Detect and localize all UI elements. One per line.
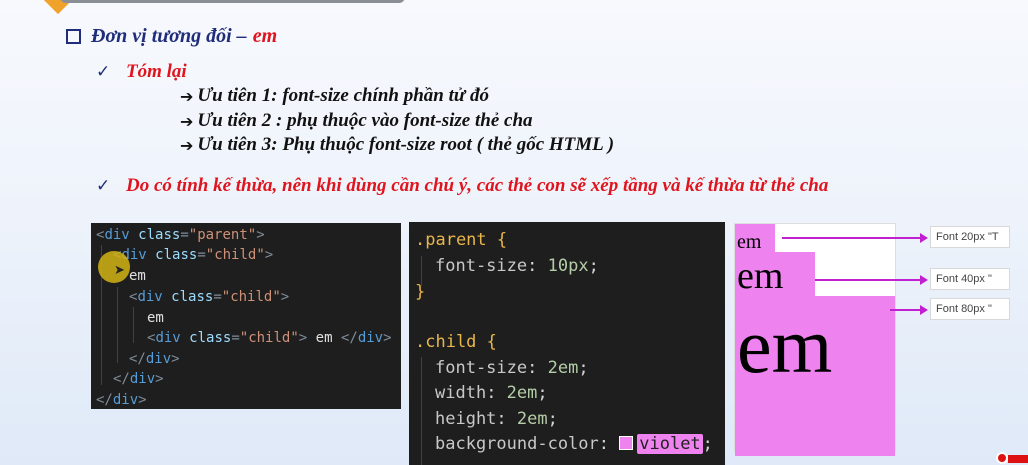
- mouse-pointer-icon: ➤: [114, 263, 125, 278]
- annotation-arrow-3: [890, 309, 923, 311]
- font-label-80px: Font 80px ": [930, 298, 1010, 320]
- priority-text: Ưu tiên 2 : phụ thuộc vào font-size thẻ …: [197, 110, 533, 131]
- summary-title: Tóm lại: [126, 61, 187, 82]
- css-close-brace-line: }: [415, 282, 426, 302]
- recording-indicator: [1008, 455, 1028, 463]
- code-line-4: <div class="child">: [129, 289, 290, 305]
- heading-text: Đơn vị tương đối –: [91, 24, 247, 47]
- check-icon: ✓: [96, 62, 111, 82]
- heading-highlight: em: [252, 24, 278, 47]
- css-child-selector-line: .child {: [415, 332, 497, 352]
- right-arrow-icon: ➔: [180, 111, 194, 131]
- code-line-6: <div class="child"> em </div>: [147, 330, 392, 346]
- priority-item-1: ➔ Ưu tiên 1: font-size chính phần tử đó: [180, 84, 489, 108]
- right-arrow-icon: ➔: [180, 86, 194, 106]
- annotation-arrow-2: [815, 279, 923, 281]
- square-bullet-icon: [66, 28, 81, 44]
- priority-item-3: ➔ Ưu tiên 3: Phụ thuộc font-size root ( …: [180, 133, 614, 157]
- arrow-head-icon: [920, 275, 928, 285]
- css-parent-selector-line: .parent {: [415, 230, 508, 250]
- code-line-9: </div>: [96, 392, 147, 408]
- note-text: Do có tính kế thừa, nên khi dùng cần chú…: [126, 175, 829, 196]
- render-preview: em em em: [734, 223, 896, 456]
- right-arrow-icon: ➔: [180, 135, 194, 155]
- code-line-7: </div>: [129, 351, 180, 367]
- code-line-5: em: [147, 310, 164, 326]
- preview-em-small: em: [737, 231, 762, 253]
- code-line-1: <div class="parent">: [96, 227, 265, 243]
- font-label-40px: Font 40px ": [930, 268, 1010, 290]
- css-rule-line: font-size: 2em;: [435, 358, 589, 378]
- css-code-panel: .parent { font-size: 10px; } .child { fo…: [409, 222, 725, 465]
- css-rule-line: height: 2em;: [435, 409, 558, 429]
- priority-item-2: ➔ Ưu tiên 2 : phụ thuộc vào font-size th…: [180, 109, 533, 133]
- preview-em-large: em: [737, 302, 833, 389]
- check-icon: ✓: [96, 176, 111, 196]
- record-icon: [996, 452, 1008, 464]
- html-code-panel: <div class="parent"> <div class="child">…: [91, 223, 401, 409]
- priority-text: Ưu tiên 3: Phụ thuộc font-size root ( th…: [197, 134, 615, 155]
- css-rule-line: font-size: 10px;: [435, 256, 599, 276]
- code-line-2: <div class="child">: [113, 247, 274, 263]
- slide-heading: Đơn vị tương đối – em: [66, 22, 277, 50]
- code-line-3: em: [129, 268, 146, 284]
- css-rule-line: width: 2em;: [435, 383, 548, 403]
- arrow-head-icon: [920, 233, 928, 243]
- css-rule-line: background-color: violet;: [435, 434, 713, 454]
- note-line: ✓ Do có tính kế thừa, nên khi dùng cần c…: [96, 173, 828, 199]
- code-line-8: </div>: [113, 371, 164, 387]
- priority-text: Ưu tiên 1: font-size chính phần tử đó: [197, 85, 490, 106]
- font-label-20px: Font 20px "T: [930, 226, 1010, 248]
- annotation-arrow-1: [782, 237, 922, 239]
- arrow-head-icon: [920, 305, 928, 315]
- preview-em-medium: em: [737, 255, 784, 297]
- header-bar: [60, 0, 405, 3]
- summary-title-line: ✓ Tóm lại: [96, 59, 187, 85]
- color-swatch-icon: [619, 436, 634, 450]
